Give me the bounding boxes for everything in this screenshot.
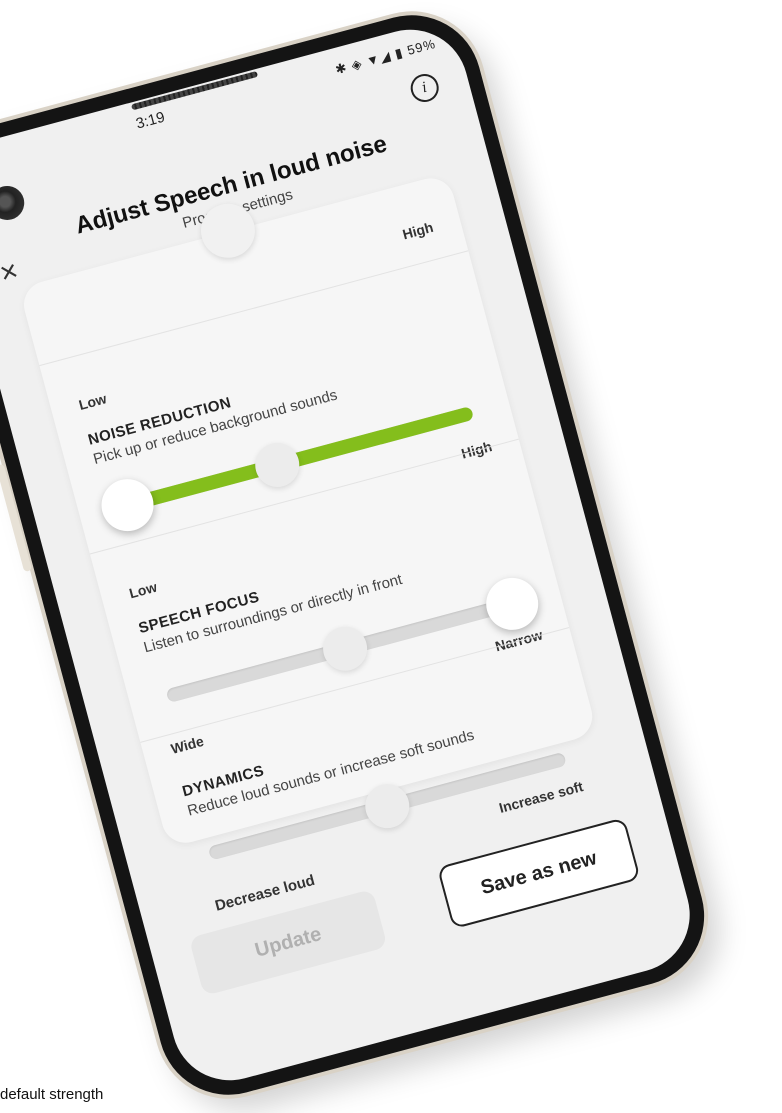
phone-screen: 3:19 ✱ ◈ ▼◢ ▮ 59% i × Adjust Speech in l… bbox=[0, 16, 703, 1094]
speech-focus-low-label: Low bbox=[127, 578, 159, 602]
speech-focus-default-marker bbox=[318, 621, 373, 676]
phone-device: 3:19 ✱ ◈ ▼◢ ▮ 59% i × Adjust Speech in l… bbox=[0, 0, 720, 1111]
dynamics-wide-label: Wide bbox=[169, 732, 206, 757]
dynamics-high-label: Increase soft bbox=[497, 778, 585, 816]
save-as-new-button[interactable]: Save as new bbox=[436, 817, 641, 930]
top-slider-high-label: High bbox=[400, 218, 435, 243]
noise-reduction-default-marker bbox=[249, 438, 304, 493]
status-icons: ✱ ◈ ▼◢ ▮ 59% bbox=[333, 35, 438, 78]
noise-reduction-knob[interactable] bbox=[95, 473, 160, 537]
status-time: 3:19 bbox=[134, 108, 167, 133]
settings-card: High Low NOISE REDUCTION Pick up or redu… bbox=[18, 172, 614, 908]
close-icon[interactable]: × bbox=[0, 254, 22, 290]
dynamics-knob[interactable] bbox=[360, 779, 415, 834]
noise-reduction-low-label: Low bbox=[76, 390, 109, 413]
caption-text: default strength bbox=[0, 1086, 104, 1103]
front-camera bbox=[0, 182, 29, 224]
speech-focus-knob[interactable] bbox=[480, 572, 545, 636]
info-icon[interactable]: i bbox=[407, 70, 442, 106]
